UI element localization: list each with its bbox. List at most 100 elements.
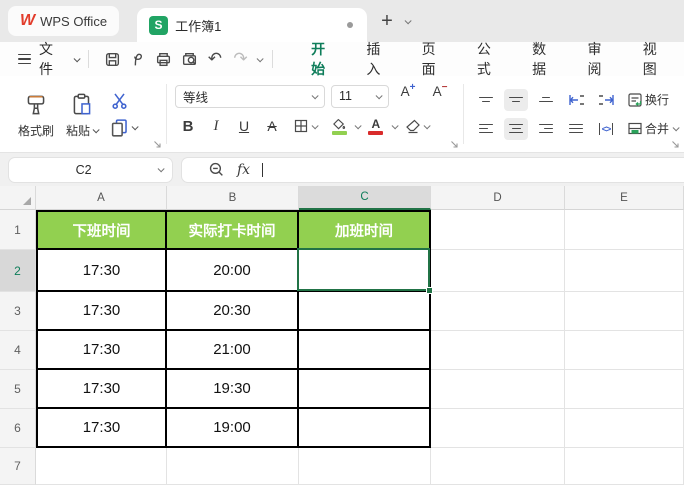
fill-color-button[interactable] xyxy=(325,114,353,138)
cell-E6[interactable] xyxy=(565,409,684,448)
paste-chevron-icon[interactable] xyxy=(92,125,100,133)
italic-button[interactable]: I xyxy=(203,114,229,138)
cell-E7[interactable] xyxy=(565,448,684,485)
cell-A3[interactable]: 17:30 xyxy=(36,292,167,331)
cell-B1[interactable]: 实际打卡时间 xyxy=(167,210,299,250)
fill-color-chevron-icon[interactable] xyxy=(354,121,362,129)
justify-button[interactable] xyxy=(564,118,588,140)
cell-E5[interactable] xyxy=(565,370,684,409)
select-all-corner[interactable] xyxy=(0,186,36,210)
copy-chevron-icon[interactable] xyxy=(131,123,139,131)
tab-list-chevron-icon[interactable] xyxy=(404,16,412,24)
cell-D3[interactable] xyxy=(431,292,565,331)
row-header-7[interactable]: 7 xyxy=(0,448,36,485)
column-header-C[interactable]: C xyxy=(299,186,431,210)
cell-B2[interactable]: 20:00 xyxy=(167,250,299,292)
row-header-1[interactable]: 1 xyxy=(0,210,36,250)
save-icon[interactable] xyxy=(99,47,125,71)
column-header-E[interactable]: E xyxy=(565,186,684,210)
fill-handle[interactable] xyxy=(426,287,433,294)
alignment-dialog-launcher-icon[interactable] xyxy=(671,140,680,149)
row-header-6[interactable]: 6 xyxy=(0,409,36,448)
print-preview-icon[interactable] xyxy=(176,47,202,71)
row-header-4[interactable]: 4 xyxy=(0,331,36,370)
cell-C7[interactable] xyxy=(299,448,431,485)
cell-D6[interactable] xyxy=(431,409,565,448)
format-painter-button[interactable]: 格式刷 xyxy=(12,76,60,152)
name-box[interactable]: C2 xyxy=(8,156,173,183)
cell-B4[interactable]: 21:00 xyxy=(167,331,299,370)
cell-C1[interactable]: 加班时间 xyxy=(299,210,431,250)
cell-C4[interactable] xyxy=(299,331,431,370)
column-header-D[interactable]: D xyxy=(431,186,565,210)
merge-cells-button[interactable]: 合并 xyxy=(624,118,681,140)
align-left-button[interactable] xyxy=(474,118,498,140)
column-header-B[interactable]: B xyxy=(167,186,299,210)
undo-icon[interactable]: ↶ xyxy=(202,47,228,71)
underline-button[interactable]: U xyxy=(231,114,257,138)
paste-button[interactable]: 粘贴 xyxy=(60,76,104,152)
cell-E4[interactable] xyxy=(565,331,684,370)
font-name-select[interactable]: 等线 xyxy=(175,84,325,108)
file-menu[interactable]: 文件 xyxy=(39,39,67,79)
export-pdf-icon[interactable] xyxy=(125,47,151,71)
bold-button[interactable]: B xyxy=(175,114,201,138)
cell-D7[interactable] xyxy=(431,448,565,485)
cell-A5[interactable]: 17:30 xyxy=(36,370,167,409)
decrease-indent-button[interactable] xyxy=(564,89,588,111)
align-center-button[interactable] xyxy=(504,117,528,140)
redo-icon[interactable]: ↷ xyxy=(228,47,254,71)
new-tab-button[interactable]: + xyxy=(381,11,393,31)
cell-C3[interactable] xyxy=(299,292,431,331)
align-middle-button[interactable] xyxy=(504,88,528,111)
align-right-button[interactable] xyxy=(534,118,558,140)
file-menu-chevron-icon[interactable] xyxy=(73,54,81,62)
wrap-text-button[interactable]: 换行 xyxy=(624,89,672,111)
cell-E2[interactable] xyxy=(565,250,684,292)
cut-button[interactable] xyxy=(110,91,137,110)
quickbar-chevron-icon[interactable] xyxy=(257,54,264,62)
cell-C5[interactable] xyxy=(299,370,431,409)
cell-A2[interactable]: 17:30 xyxy=(36,250,167,292)
zoom-search-icon[interactable] xyxy=(208,161,225,178)
decrease-font-size-button[interactable]: A − xyxy=(427,82,453,108)
cell-B6[interactable]: 19:00 xyxy=(167,409,299,448)
cell-E1[interactable] xyxy=(565,210,684,250)
cell-D1[interactable] xyxy=(431,210,565,250)
cell-C6[interactable] xyxy=(299,409,431,448)
fx-icon[interactable]: fx xyxy=(237,162,250,178)
print-icon[interactable] xyxy=(151,47,177,71)
font-dialog-launcher-icon[interactable] xyxy=(450,140,459,149)
cell-D2[interactable] xyxy=(431,250,565,292)
row-header-3[interactable]: 3 xyxy=(0,292,36,331)
text-spacing-button[interactable]: <> xyxy=(594,118,618,140)
cell-D5[interactable] xyxy=(431,370,565,409)
font-size-select[interactable]: 11 xyxy=(331,84,389,108)
borders-button[interactable] xyxy=(287,114,323,138)
cell-E3[interactable] xyxy=(565,292,684,331)
formula-input[interactable]: fx xyxy=(181,156,684,183)
font-color-chevron-icon[interactable] xyxy=(391,121,399,129)
column-header-A[interactable]: A xyxy=(36,186,167,210)
cell-A6[interactable]: 17:30 xyxy=(36,409,167,448)
hamburger-icon[interactable] xyxy=(18,53,31,65)
row-header-5[interactable]: 5 xyxy=(0,370,36,409)
wps-home-button[interactable]: W WPS Office xyxy=(8,6,120,36)
font-color-button[interactable]: A xyxy=(362,114,390,138)
increase-font-size-button[interactable]: A + xyxy=(395,82,421,108)
align-top-button[interactable] xyxy=(474,89,498,111)
cell-B3[interactable]: 20:30 xyxy=(167,292,299,331)
strikethrough-button[interactable]: A xyxy=(259,114,285,138)
cell-A1[interactable]: 下班时间 xyxy=(36,210,167,250)
clear-format-button[interactable] xyxy=(399,114,435,138)
clipboard-dialog-launcher-icon[interactable] xyxy=(153,140,162,149)
cell-A4[interactable]: 17:30 xyxy=(36,331,167,370)
cell-B7[interactable] xyxy=(167,448,299,485)
cell-B5[interactable]: 19:30 xyxy=(167,370,299,409)
row-header-2[interactable]: 2 xyxy=(0,250,36,292)
align-bottom-button[interactable] xyxy=(534,89,558,111)
increase-indent-button[interactable] xyxy=(594,89,618,111)
cell-C2-selected[interactable] xyxy=(297,248,433,294)
cell-D4[interactable] xyxy=(431,331,565,370)
cell-A7[interactable] xyxy=(36,448,167,485)
